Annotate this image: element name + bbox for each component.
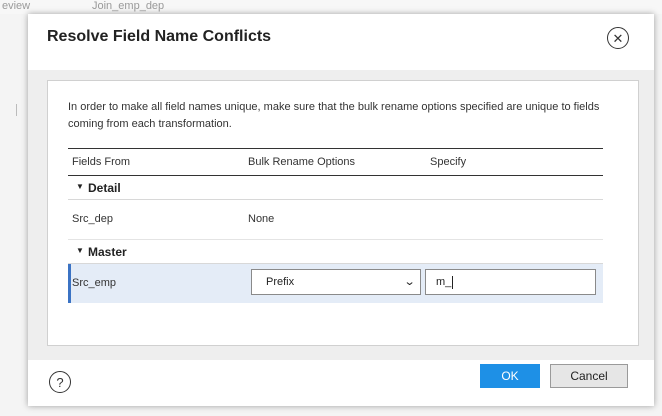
conflict-grid: Fields From Bulk Rename Options Specify … <box>68 148 603 303</box>
caret-down-icon[interactable]: ▼ <box>76 246 84 255</box>
background-tab-strip: eview Join_emp_dep <box>0 0 662 14</box>
background-divider <box>16 104 17 116</box>
field-name: Src_dep <box>72 213 113 225</box>
group-row-master[interactable]: ▼ Master <box>68 240 603 264</box>
close-icon[interactable]: ✕ <box>607 27 629 49</box>
ok-button[interactable]: OK <box>480 364 540 388</box>
dialog-header: Resolve Field Name Conflicts ✕ <box>28 14 654 70</box>
dialog-title: Resolve Field Name Conflicts <box>47 28 272 45</box>
text-cursor <box>452 275 454 289</box>
bulk-rename-selected-value: Prefix <box>266 276 295 288</box>
specify-input-value: m_ <box>436 276 452 288</box>
specify-input[interactable]: m_ <box>425 269 596 295</box>
resolve-conflicts-dialog: Resolve Field Name Conflicts ✕ In order … <box>28 14 654 406</box>
group-name: Master <box>88 245 127 259</box>
field-name: Src_emp <box>72 277 117 289</box>
conflict-panel: In order to make all field names unique,… <box>47 80 639 346</box>
grid-header: Fields From Bulk Rename Options Specify <box>68 148 603 176</box>
column-header-specify: Specify <box>430 156 467 168</box>
rename-option: None <box>248 213 275 225</box>
group-row-detail[interactable]: ▼ Detail <box>68 176 603 200</box>
help-icon[interactable]: ? <box>49 371 71 393</box>
column-header-fields-from: Fields From <box>72 156 131 168</box>
dialog-body: In order to make all field names unique,… <box>28 70 654 360</box>
column-header-bulk-rename: Bulk Rename Options <box>248 156 355 168</box>
table-row[interactable]: Src_dep None <box>68 200 603 240</box>
bulk-rename-select[interactable]: Prefix ⌄ <box>251 269 421 295</box>
background-tab-label: eview <box>2 0 31 12</box>
intro-text: In order to make all field names unique,… <box>68 101 600 130</box>
caret-down-icon[interactable]: ▼ <box>76 182 84 191</box>
table-row-selected[interactable]: Src_emp Prefix ⌄ m_ <box>68 264 603 303</box>
cancel-button[interactable]: Cancel <box>550 364 628 388</box>
dialog-footer: ? OK Cancel <box>28 360 654 406</box>
chevron-down-icon: ⌄ <box>403 276 416 288</box>
background-tab-label: Join_emp_dep <box>92 0 165 12</box>
group-name: Detail <box>88 181 121 195</box>
